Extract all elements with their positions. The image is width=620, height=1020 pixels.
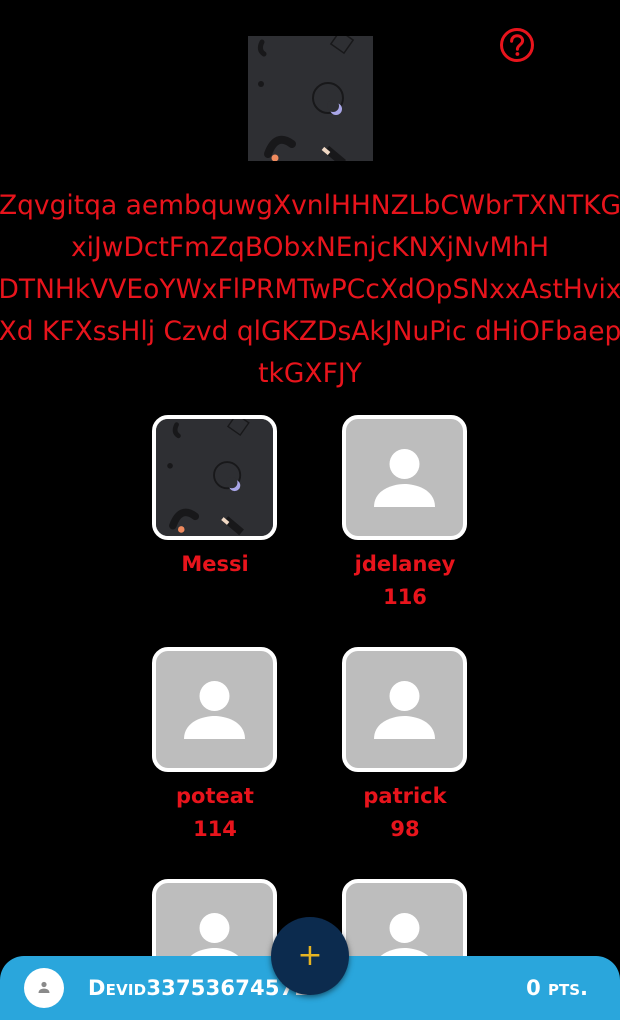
person-icon xyxy=(374,681,435,739)
header-image xyxy=(248,36,373,161)
player-score: 116 xyxy=(383,585,427,609)
abstract-pattern-image xyxy=(156,419,273,536)
add-button[interactable]: + xyxy=(271,917,349,995)
player-name: Messi xyxy=(181,552,249,576)
page: Zqvgitqa aembquwgXvnlHHNZLbCWbrTXNTKG xi… xyxy=(0,0,620,1020)
description-line: tkGXFJY xyxy=(258,358,362,389)
person-icon xyxy=(38,981,50,993)
player-avatar-jdelaney[interactable] xyxy=(342,415,467,540)
player-name: poteat xyxy=(176,784,254,808)
username: Devid33753674572 xyxy=(88,976,310,1000)
description-line: xiJwDctFmZqBObxNEnjcKNXjNvMhH xyxy=(70,232,550,263)
person-icon xyxy=(184,681,245,739)
description-line: Zqvgitqa aembquwgXvnlHHNZLbCWbrTXNTKG xyxy=(0,190,620,221)
description-line: DTNHkVVEoYWxFlPRMTwPCcXdOpSNxxAstHvix xyxy=(0,274,620,305)
plus-icon: + xyxy=(297,938,323,973)
user-avatar[interactable] xyxy=(24,968,64,1008)
player-score: 114 xyxy=(193,817,237,841)
description-text: Zqvgitqa aembquwgXvnlHHNZLbCWbrTXNTKG xi… xyxy=(0,185,620,395)
question-circle-icon[interactable] xyxy=(499,27,535,63)
person-icon xyxy=(374,449,435,507)
player-avatar-messi[interactable] xyxy=(152,415,277,540)
player-score: 98 xyxy=(390,817,420,841)
player-avatar-poteat[interactable] xyxy=(152,647,277,772)
player-name: patrick xyxy=(363,784,447,808)
description-line: Xd KFXssHlj Czvd qlGKZDsAkJNuPic dHiOFba… xyxy=(0,316,620,347)
points-counter: 0 pts. xyxy=(526,976,588,1000)
player-avatar-patrick[interactable] xyxy=(342,647,467,772)
player-name: jdelaney xyxy=(354,552,456,576)
